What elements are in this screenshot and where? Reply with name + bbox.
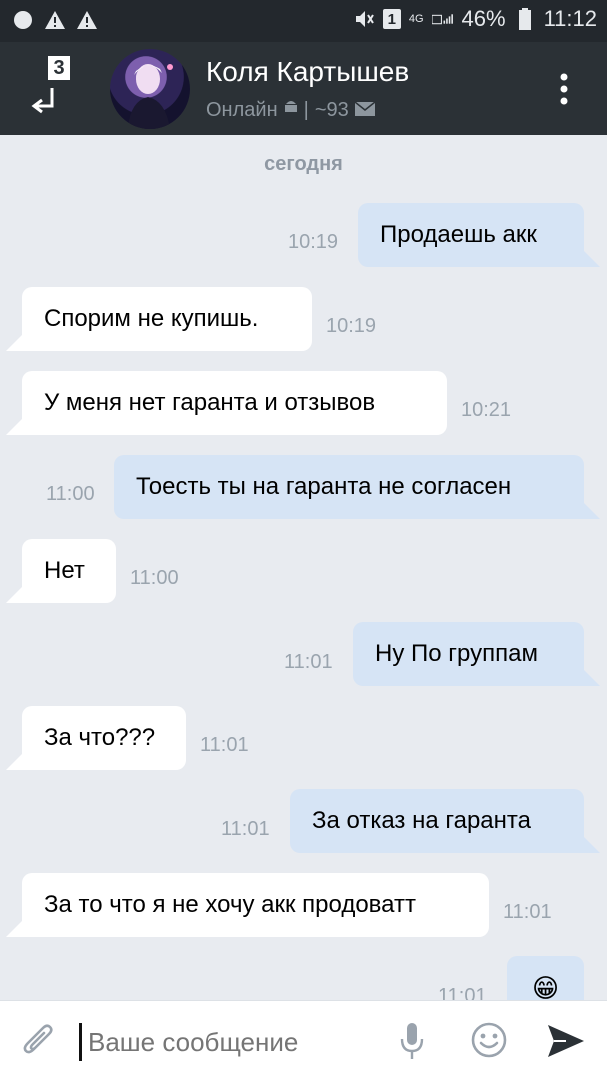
avatar[interactable] xyxy=(110,49,190,129)
message-text: За что??? xyxy=(44,724,156,751)
contact-status: Онлайн | ~93 xyxy=(206,98,376,122)
date-separator: сегодня xyxy=(264,153,343,175)
message-time: 11:00 xyxy=(46,483,95,505)
outgoing-message[interactable]: Ну По группам xyxy=(353,622,584,686)
message-time: 11:00 xyxy=(130,567,179,589)
bubble-tail xyxy=(6,587,22,603)
friend-count: ~93 xyxy=(314,98,349,121)
contact-name[interactable]: Коля Картышев xyxy=(206,56,409,88)
message-text: Ну По группам xyxy=(375,640,538,667)
more-vertical-icon xyxy=(560,73,568,105)
warning-icon xyxy=(44,9,66,31)
emoji-button[interactable] xyxy=(470,1021,508,1059)
message-text: Тоесть ты на гаранта не согласен xyxy=(136,473,512,500)
warning-icon xyxy=(76,9,98,31)
battery-percent: 46% xyxy=(461,6,506,31)
network-type: 4G xyxy=(408,13,424,25)
message-input[interactable] xyxy=(86,1021,390,1063)
bubble-tail xyxy=(584,670,600,686)
battery-icon xyxy=(514,8,536,30)
outgoing-message[interactable]: 😁 xyxy=(507,956,584,1000)
incoming-message[interactable]: За то что я не хочу акк продоватт xyxy=(22,873,489,937)
chat-notification-icon xyxy=(12,9,34,31)
message-text: За отказ на гаранта xyxy=(312,807,531,834)
voice-message-button[interactable] xyxy=(398,1021,426,1061)
signal-icon xyxy=(431,8,454,30)
message-composer xyxy=(0,1000,607,1081)
incoming-message[interactable]: За что??? xyxy=(22,706,186,770)
incoming-message[interactable]: У меня нет гаранта и отзывов xyxy=(22,371,447,435)
text-cursor xyxy=(79,1023,82,1061)
outgoing-message[interactable]: За отказ на гаранта xyxy=(290,789,584,853)
send-arrow-icon xyxy=(548,1025,584,1057)
outgoing-message[interactable]: Продаешь акк xyxy=(358,203,584,267)
unread-count-badge: 3 xyxy=(53,57,65,79)
message-text: Продаешь акк xyxy=(380,221,537,248)
clock: 11:12 xyxy=(543,6,597,31)
smiley-icon xyxy=(471,1022,507,1058)
emoji-grin-icon: 😁 xyxy=(531,973,560,1000)
mute-icon xyxy=(353,8,375,30)
message-time: 11:01 xyxy=(284,651,333,673)
outgoing-message[interactable]: Тоесть ты на гаранта не согласен xyxy=(114,455,584,519)
mail-icon xyxy=(354,99,376,122)
android-icon xyxy=(284,98,298,122)
incoming-message[interactable]: Спорим не купишь. xyxy=(22,287,312,351)
message-time: 11:01 xyxy=(200,734,249,756)
sim-icon: 1 xyxy=(382,9,401,29)
status-separator: | xyxy=(303,98,309,121)
bubble-tail xyxy=(6,419,22,435)
bubble-tail xyxy=(584,837,600,853)
status-bar: 1 4G 46% 11:12 xyxy=(0,0,607,42)
message-time: 11:01 xyxy=(503,901,552,923)
bubble-tail xyxy=(584,251,600,267)
back-button[interactable]: 3 xyxy=(26,50,76,120)
microphone-icon xyxy=(400,1023,424,1059)
message-text: Нет xyxy=(44,557,85,584)
bubble-tail xyxy=(584,503,600,519)
message-text: У меня нет гаранта и отзывов xyxy=(44,389,376,416)
bubble-tail xyxy=(6,754,22,770)
chat-header: 3 Коля Картышев Онлайн | ~93 xyxy=(0,42,607,135)
bubble-tail xyxy=(6,921,22,937)
more-menu-button[interactable] xyxy=(557,72,571,108)
sim-number: 1 xyxy=(387,10,397,28)
message-time: 11:01 xyxy=(221,818,270,840)
attach-button[interactable] xyxy=(22,1023,56,1059)
bubble-tail xyxy=(6,335,22,351)
message-time: 10:21 xyxy=(461,399,512,421)
incoming-message[interactable]: Нет xyxy=(22,539,116,603)
paperclip-icon xyxy=(23,1024,53,1054)
send-button[interactable] xyxy=(546,1023,586,1059)
message-text: Спорим не купишь. xyxy=(44,305,259,332)
message-list[interactable]: сегодня Продаешь акк 10:19 Спорим не куп… xyxy=(0,135,607,1000)
message-time: 10:19 xyxy=(288,231,339,253)
online-status: Онлайн xyxy=(206,98,278,121)
message-time: 11:01 xyxy=(438,985,487,1000)
message-time: 10:19 xyxy=(326,315,377,337)
message-text: За то что я не хочу акк продоватт xyxy=(44,891,416,918)
